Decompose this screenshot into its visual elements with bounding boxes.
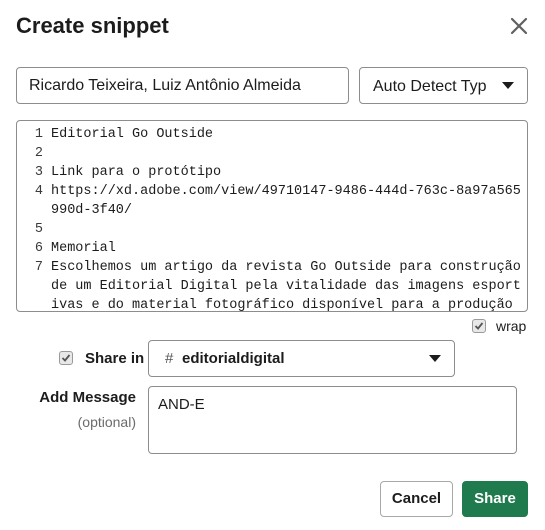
wrap-toggle[interactable]: wrap: [472, 318, 526, 334]
code-line: 7 Escolhemos um artigo da revista Go Outs…: [17, 258, 527, 312]
code-line: 6 Memorial: [17, 239, 527, 258]
line-text: ​: [47, 144, 527, 163]
snippet-type-label: Auto Detect Typ: [373, 78, 487, 95]
chevron-down-icon: [491, 68, 527, 103]
code-line: 4 https://xd.adobe.com/view/49710147-9486…: [17, 182, 527, 220]
cancel-button[interactable]: Cancel: [380, 481, 453, 517]
code-line: 3 Link para o protótipo: [17, 163, 527, 182]
line-number: 7: [34, 260, 43, 275]
snippet-code-editor[interactable]: 1Editorial Go Outside2​3Link para o prot…: [16, 120, 528, 312]
add-message-label: Add Message: [39, 389, 136, 406]
line-text: Editorial Go Outside: [51, 127, 214, 142]
line-text: Memorial: [51, 241, 116, 256]
snippet-type-select[interactable]: Auto Detect Typ: [359, 67, 528, 104]
add-message-optional: (optional): [77, 414, 136, 430]
line-number: 3: [34, 165, 43, 180]
chevron-down-icon: [418, 341, 454, 376]
share-button[interactable]: Share: [462, 481, 528, 517]
message-input[interactable]: AND-E: [148, 386, 517, 454]
dialog-title: Create snippet: [16, 13, 169, 38]
share-in-toggle[interactable]: Share in: [59, 348, 144, 368]
line-number: 4: [34, 184, 43, 199]
channel-hash-icon: #: [165, 350, 174, 367]
line-number: 2: [34, 146, 43, 161]
share-in-checkbox[interactable]: [59, 351, 73, 365]
line-text: Escolhemos um artigo da revista Go Outsi…: [51, 260, 521, 312]
create-snippet-dialog: Create snippet Auto Detect Typ 1 Editoria…: [0, 0, 545, 530]
line-text: https://xd.adobe.com/view/49710147-9486-…: [51, 184, 521, 218]
wrap-label: wrap: [496, 318, 527, 334]
close-icon[interactable]: [506, 13, 532, 39]
line-number: 6: [34, 241, 43, 256]
code-line: 2​: [17, 144, 527, 163]
line-text: ​: [47, 220, 527, 239]
wrap-checkbox[interactable]: [472, 319, 486, 333]
line-number: 5: [34, 222, 43, 237]
editor-scrollbar[interactable]: [17, 307, 527, 311]
line-number: 1: [34, 127, 43, 142]
snippet-title-input[interactable]: [16, 67, 349, 104]
code-lines: 1Editorial Go Outside2​3Link para o prot…: [17, 121, 527, 312]
channel-select[interactable]: # editorialdigital: [148, 340, 455, 377]
code-line: 1 Editorial Go Outside: [17, 125, 527, 144]
share-in-label: Share in: [85, 349, 145, 367]
channel-name: editorialdigital: [182, 350, 285, 367]
code-line: 5​: [17, 220, 527, 239]
line-text: Link para o protótipo: [51, 165, 222, 180]
